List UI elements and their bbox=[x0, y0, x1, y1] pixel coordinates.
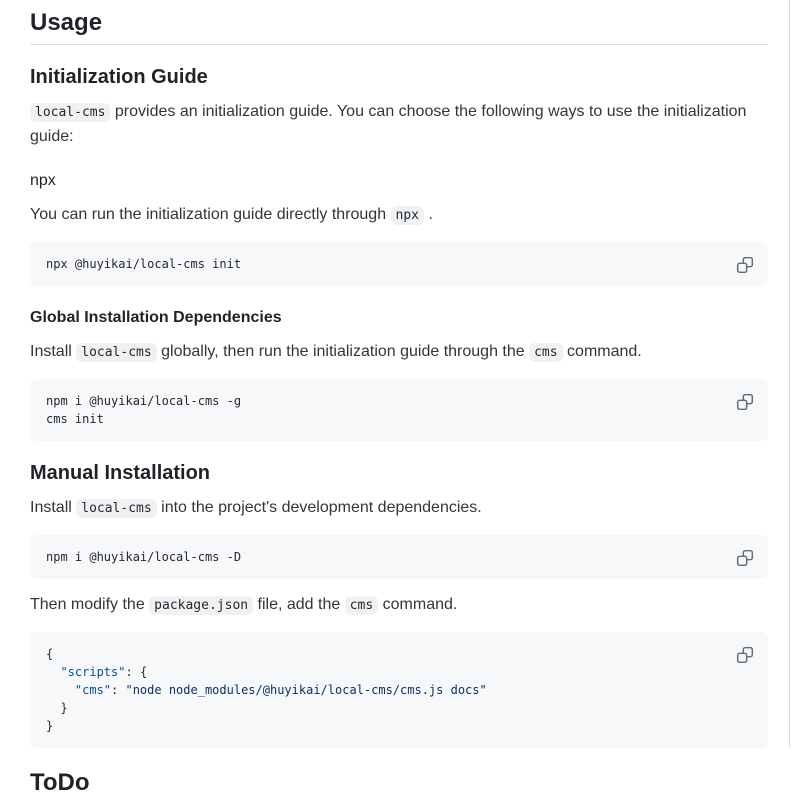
json-token: : bbox=[111, 683, 125, 697]
copy-button[interactable] bbox=[731, 544, 759, 572]
json-token: : bbox=[125, 665, 139, 679]
heading-npx: npx bbox=[30, 169, 768, 193]
paragraph-npx-desc: You can run the initialization guide dir… bbox=[30, 203, 768, 228]
paragraph-text: Install bbox=[30, 343, 76, 360]
code-text: npm i @huyikai/local-cms -g cms init bbox=[46, 392, 752, 428]
inline-code-local-cms: local-cms bbox=[30, 103, 110, 122]
paragraph-text: provides an initialization guide. You ca… bbox=[30, 103, 746, 145]
code-line: "scripts": { bbox=[46, 663, 752, 681]
copy-button[interactable] bbox=[731, 641, 759, 669]
inline-code-cms: cms bbox=[529, 343, 562, 362]
copy-button[interactable] bbox=[731, 388, 759, 416]
copy-icon bbox=[736, 646, 754, 664]
paragraph-text: You can run the initialization guide dir… bbox=[30, 206, 391, 223]
json-token: { bbox=[140, 665, 147, 679]
paragraph-text: . bbox=[424, 206, 433, 223]
inline-code-package-json: package.json bbox=[149, 596, 253, 615]
inline-code-local-cms: local-cms bbox=[76, 343, 156, 362]
paragraph-text: into the project's development dependenc… bbox=[157, 499, 482, 516]
json-key: "scripts" bbox=[60, 665, 125, 679]
code-block-npx-init: npx @huyikai/local-cms init bbox=[30, 242, 768, 286]
paragraph-text: Then modify the bbox=[30, 596, 149, 613]
heading-global-installation-dependencies: Global Installation Dependencies bbox=[30, 306, 768, 330]
code-text: npx @huyikai/local-cms init bbox=[46, 255, 752, 273]
code-line: } bbox=[46, 699, 752, 717]
copy-icon bbox=[736, 549, 754, 567]
json-token: } bbox=[46, 701, 68, 715]
copy-icon bbox=[736, 393, 754, 411]
code-block-manual-install: npm i @huyikai/local-cms -D bbox=[30, 535, 768, 579]
copy-button[interactable] bbox=[731, 251, 759, 279]
readme-article: Usage Initialization Guide local-cms pro… bbox=[0, 0, 800, 804]
paragraph-text: globally, then run the initialization gu… bbox=[157, 343, 529, 360]
json-token bbox=[46, 665, 60, 679]
paragraph-text: file, add the bbox=[253, 596, 345, 613]
json-string-value: "node node_modules/@huyikai/local-cms/cm… bbox=[125, 683, 486, 697]
paragraph-global-install-desc: Install local-cms globally, then run the… bbox=[30, 340, 768, 365]
heading-manual-installation: Manual Installation bbox=[30, 461, 768, 486]
paragraph-text: Install bbox=[30, 499, 76, 516]
json-token: { bbox=[46, 647, 53, 661]
paragraph-modify-package-json: Then modify the package.json file, add t… bbox=[30, 593, 768, 618]
code-line: "cms": "node node_modules/@huyikai/local… bbox=[46, 681, 752, 699]
code-text: npm i @huyikai/local-cms -D bbox=[46, 548, 752, 566]
paragraph-init-intro: local-cms provides an initialization gui… bbox=[30, 100, 768, 149]
inline-code-cms: cms bbox=[345, 596, 378, 615]
code-line: { bbox=[46, 645, 752, 663]
heading-initialization-guide: Initialization Guide bbox=[30, 65, 768, 90]
paragraph-manual-install-desc: Install local-cms into the project's dev… bbox=[30, 496, 768, 521]
inline-code-local-cms: local-cms bbox=[76, 499, 156, 518]
json-token: } bbox=[46, 719, 53, 733]
copy-icon bbox=[736, 256, 754, 274]
json-token bbox=[46, 683, 75, 697]
json-key: "cms" bbox=[75, 683, 111, 697]
inline-code-npx: npx bbox=[391, 206, 424, 225]
heading-todo-cutoff: ToDo bbox=[30, 768, 768, 804]
code-line: } bbox=[46, 717, 752, 735]
code-block-global-install: npm i @huyikai/local-cms -g cms init bbox=[30, 379, 768, 441]
viewport-right-border bbox=[789, 0, 790, 747]
code-block-package-json: { "scripts": { "cms": "node node_modules… bbox=[30, 632, 768, 748]
paragraph-text: command. bbox=[378, 596, 457, 613]
paragraph-text: command. bbox=[563, 343, 642, 360]
page-title-usage: Usage bbox=[30, 8, 768, 45]
